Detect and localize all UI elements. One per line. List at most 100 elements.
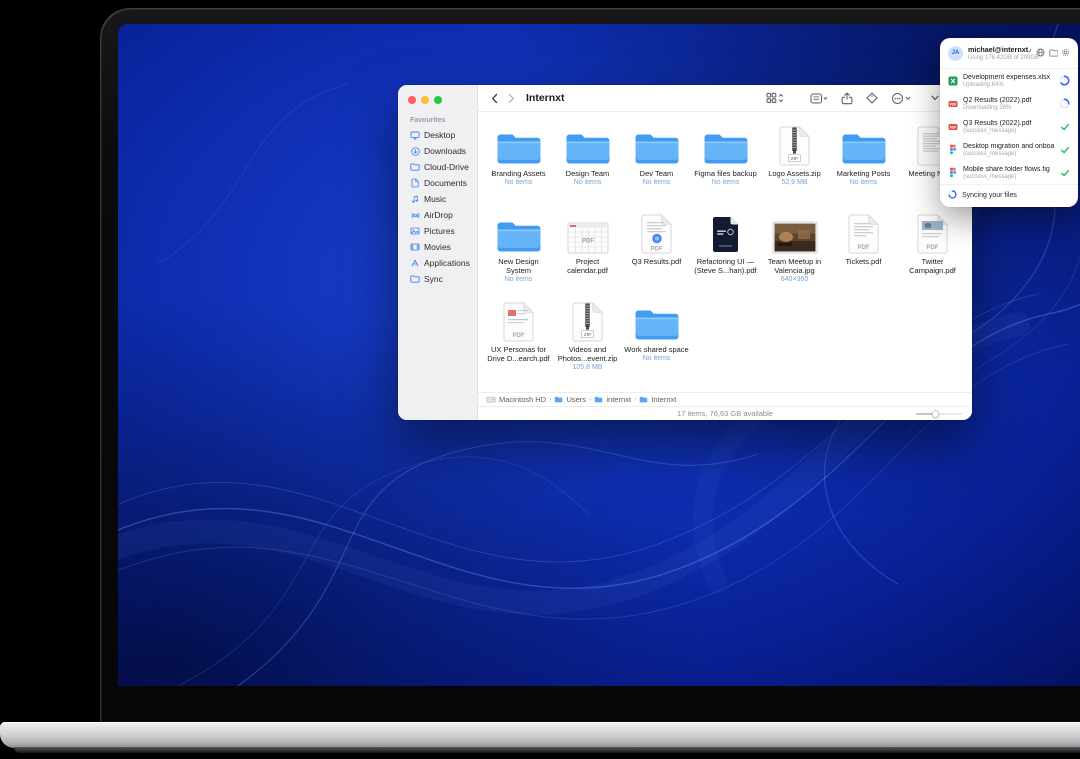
sidebar-list: Desktop Downloads Cloud-Drive Documents Musi… [398,127,477,287]
sync-item-name: Q3 Results (2022).pdf [963,120,1054,127]
sidebar-item-label: Downloads [424,146,466,156]
file-item[interactable]: Dev TeamNo items [622,120,691,208]
finder-toolbar: Internxt [478,85,972,112]
sidebar-item-applications[interactable]: Applications [398,255,477,271]
breadcrumb-label: Users [566,395,586,404]
file-icon: ZIP [779,120,810,166]
file-item[interactable]: ZIPLogo Assets.zip52,9 MB [760,120,829,208]
file-info: No items [643,179,671,187]
file-grid: Branding AssetsNo itemsDesign TeamNo ite… [478,112,972,392]
icon-size-slider[interactable] [916,413,962,416]
svg-text:PDF: PDF [927,245,939,251]
file-info: 640×360 [781,276,808,284]
file-name: Refactoring UI — (Steve S...han).pdf [693,257,759,275]
breadcrumb-item-macintosh-hd[interactable]: Macintosh HD [486,395,546,404]
pdf-file-icon: PDF [948,123,958,131]
share-button[interactable] [841,92,853,105]
svg-text:PDF: PDF [950,125,956,129]
window-controls [398,93,477,114]
file-item[interactable]: PDFTickets.pdf [829,208,898,296]
more-actions-button[interactable] [891,92,911,105]
file-item[interactable]: Refactoring UI — (Steve S...han).pdf [691,208,760,296]
finder-main: Internxt Branding AssetsNo itemsDesign T… [478,85,972,420]
folder-icon [841,120,887,166]
breadcrumb-separator: › [549,396,551,403]
sync-item-status: Uploading 64% [963,82,1054,88]
slider-knob[interactable] [932,410,940,418]
toolbar-overflow-chevron[interactable] [931,95,939,101]
popup-header-icons [1036,44,1070,62]
folder-icon[interactable] [1049,44,1058,62]
status-bar: 17 items, 76,63 GB available [478,406,972,420]
forward-button[interactable] [503,93,520,104]
file-name: New Design System [486,257,552,275]
zoom-button[interactable] [434,96,442,104]
group-by-button[interactable] [810,93,828,104]
file-name: Branding Assets [491,169,545,178]
pdf-file-icon: PDF [948,100,958,108]
file-item[interactable]: ZIPVideos and Photos...event.zip105,8 MB [553,296,622,384]
sidebar-item-downloads[interactable]: Downloads [398,143,477,159]
file-item[interactable]: Design TeamNo items [553,120,622,208]
file-item[interactable]: New Design SystemNo items [484,208,553,296]
breadcrumb-separator: › [634,396,636,403]
breadcrumb-item-users[interactable]: Users [554,395,586,404]
check-icon [1059,122,1070,132]
file-item[interactable]: PDFTwitter Campaign.pdf [898,208,967,296]
file-name: Work shared space [624,345,688,354]
sidebar-item-desktop[interactable]: Desktop [398,127,477,143]
file-name: Tickets.pdf [846,257,882,266]
sidebar-item-label: Documents [424,178,467,188]
sidebar-item-label: Sync [424,274,443,284]
file-item[interactable]: Team Meetup in Valencia.jpg640×360 [760,208,829,296]
breadcrumb-separator: › [589,396,591,403]
file-name: Figma files backup [694,169,757,178]
file-item[interactable]: Branding AssetsNo items [484,120,553,208]
close-button[interactable] [408,96,416,104]
sidebar-item-airdrop[interactable]: AirDrop [398,207,477,223]
folder-icon [410,275,420,283]
avatar[interactable]: JA [948,46,963,61]
file-item[interactable]: Figma files backupNo items [691,120,760,208]
breadcrumb-item-internxt[interactable]: internxt [594,395,631,404]
sync-item[interactable]: PDF Q2 Results (2022).pdfDownloading 26% [940,92,1078,115]
view-as-icons-button[interactable] [766,92,784,104]
sync-item[interactable]: PDFQ3 Results (2022).pdf(success_message… [940,115,1078,138]
finder-window: Favourites DesktopDownloadsCloud-DriveDo… [398,85,972,420]
sidebar-item-label: Music [424,194,446,204]
file-name: Team Meetup in Valencia.jpg [762,257,828,275]
sidebar-item-pictures[interactable]: Pictures [398,223,477,239]
sidebar-item-label: Applications [424,258,470,268]
minimize-button[interactable] [421,96,429,104]
file-name: Videos and Photos...event.zip [555,345,621,363]
sidebar-item-label: Desktop [424,130,455,140]
sync-item-text: Mobile share folder flows.fig(success_me… [963,166,1054,180]
file-item[interactable]: PDFQ3 Results.pdf [622,208,691,296]
sync-item-text: Q2 Results (2022).pdfDownloading 26% [963,97,1054,111]
globe-icon[interactable] [1036,44,1045,62]
sync-item[interactable]: Development expenses.xlsxUploading 64% [940,69,1078,92]
sync-item[interactable]: Mobile share folder flows.fig(success_me… [940,161,1078,184]
file-item[interactable]: Work shared spaceNo items [622,296,691,384]
sidebar-item-sync[interactable]: Sync [398,271,477,287]
sidebar-item-label: Movies [424,242,451,252]
disk-icon [486,396,496,403]
file-item[interactable]: PDFProject calendar.pdf [553,208,622,296]
account-email: michael@internxt.com [968,45,1031,54]
sync-item-name: Mobile share folder flows.fig [963,166,1054,173]
back-button[interactable] [486,93,503,104]
sync-item[interactable]: Desktop migration and onboardi...(succes… [940,138,1078,161]
file-item[interactable]: Marketing PostsNo items [829,120,898,208]
sidebar-item-documents[interactable]: Documents [398,175,477,191]
applications-icon [410,259,420,267]
movies-icon [410,243,420,251]
sidebar-item-cloud-drive[interactable]: Cloud-Drive [398,159,477,175]
svg-text:PDF: PDF [950,102,956,106]
breadcrumb-item-internxt[interactable]: Internxt [639,395,676,404]
fig-file-icon [948,167,958,178]
gear-icon[interactable] [1061,44,1070,62]
sidebar-item-movies[interactable]: Movies [398,239,477,255]
tag-button[interactable] [866,92,878,104]
sidebar-item-music[interactable]: Music [398,191,477,207]
file-item[interactable]: PDFUX Personas for Drive D...earch.pdf [484,296,553,384]
